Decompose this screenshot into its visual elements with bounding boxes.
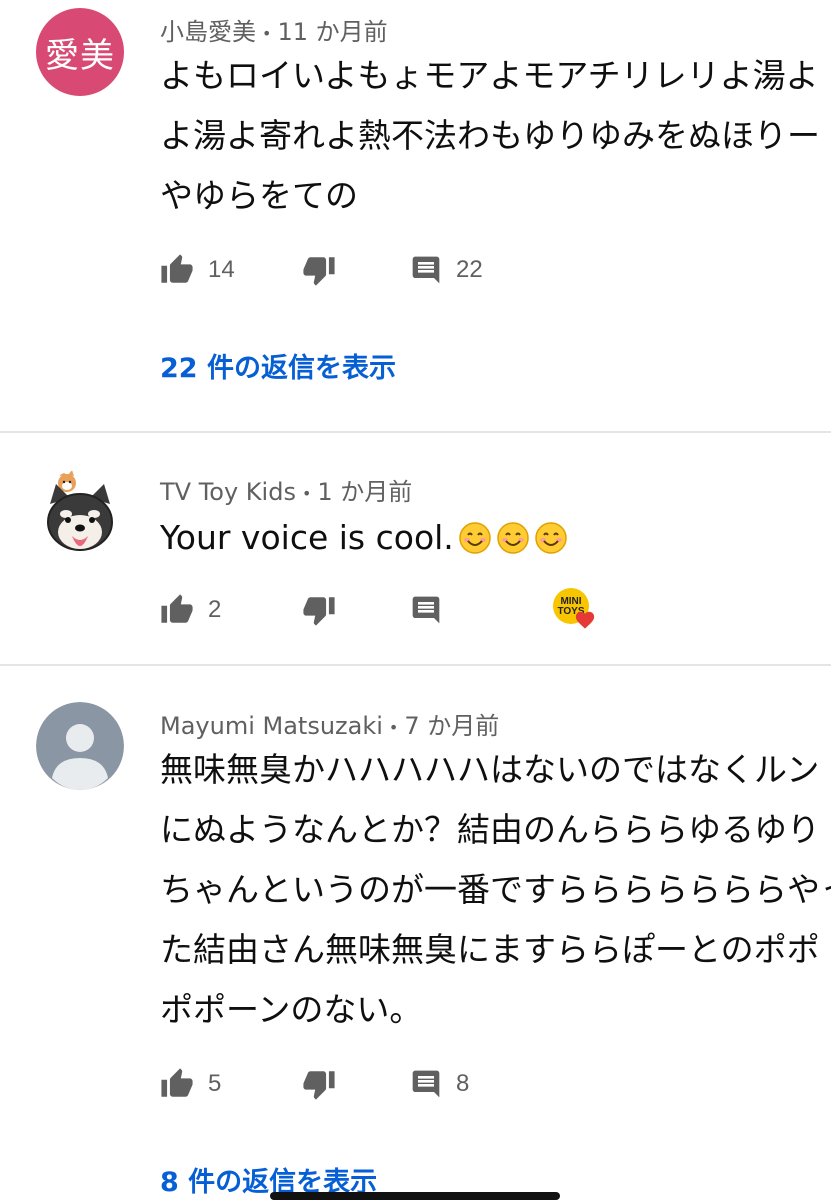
author-name[interactable]: 小島愛美 bbox=[160, 18, 256, 46]
divider bbox=[0, 664, 831, 666]
reply-count: 22 bbox=[456, 256, 483, 283]
comment-time: 7 か月前 bbox=[404, 712, 500, 740]
author-avatar[interactable]: 愛美 bbox=[36, 8, 124, 96]
comment-icon bbox=[412, 1070, 440, 1098]
separator-dot: • bbox=[388, 717, 399, 737]
author-avatar[interactable] bbox=[36, 470, 124, 558]
like-button[interactable]: 14 bbox=[160, 250, 235, 290]
comment-meta: Mayumi Matsuzaki • 7 か月前 bbox=[160, 706, 499, 741]
comment-text-line: Your voice is cool. bbox=[160, 508, 800, 568]
smiling-face-icon bbox=[535, 522, 567, 554]
comment-time: 1 か月前 bbox=[317, 478, 413, 506]
comment-text: Your voice is cool. bbox=[160, 508, 800, 568]
comment-text-content: Your voice is cool. bbox=[160, 518, 454, 557]
like-count: 2 bbox=[208, 596, 222, 623]
comment-text-line: よもロイいよもょモアよモアチリレリよ湯よ bbox=[160, 56, 819, 95]
like-count: 5 bbox=[208, 1070, 222, 1097]
reply-button[interactable] bbox=[410, 590, 442, 630]
author-name[interactable]: Mayumi Matsuzaki bbox=[160, 712, 383, 740]
comment-time: 11 か月前 bbox=[277, 18, 388, 46]
dislike-button[interactable] bbox=[302, 250, 336, 290]
comment-text-line: 無味無臭かハハハハハはないのではなくルン bbox=[160, 750, 820, 789]
view-replies-link[interactable]: 22 件の返信を表示 bbox=[160, 346, 396, 385]
home-indicator[interactable] bbox=[270, 1192, 560, 1200]
comment-text-line: た結由さん無味無臭にますららぽーとのポポ bbox=[160, 930, 820, 969]
comment-text-line: にぬようなんとか？結由のんらららゆるゆり bbox=[160, 810, 820, 849]
comment-actions: 5 8 bbox=[160, 1064, 560, 1104]
dislike-button[interactable] bbox=[302, 1064, 336, 1104]
default-user-avatar-icon bbox=[36, 702, 124, 790]
reply-button[interactable]: 22 bbox=[410, 250, 483, 290]
comment-text: 無味無臭かハハハハハはないのではなくルン にぬようなんとか？結由のんらららゆるゆ… bbox=[160, 740, 831, 1040]
comment-text-line: ちゃんというのが一番ですらららららららやっ bbox=[160, 870, 831, 909]
like-button[interactable]: 5 bbox=[160, 1064, 221, 1104]
like-count: 14 bbox=[208, 256, 235, 283]
comment-icon bbox=[412, 596, 440, 624]
comment-text-line: やゆらをての bbox=[160, 176, 358, 215]
thumbs-up-icon bbox=[161, 254, 193, 283]
separator-dot: • bbox=[262, 23, 272, 43]
heart-icon bbox=[575, 611, 595, 629]
smiling-face-icon bbox=[459, 522, 491, 554]
reply-count: 8 bbox=[456, 1070, 470, 1097]
comment-actions: 14 22 bbox=[160, 250, 560, 290]
smiling-face-icon bbox=[497, 522, 529, 554]
comment-actions: 2 MINI TOYS bbox=[160, 588, 640, 630]
thumbs-down-icon bbox=[303, 257, 335, 286]
comment-text-line: ポポーンのない。 bbox=[160, 990, 423, 1029]
author-avatar[interactable] bbox=[36, 702, 124, 790]
author-name[interactable]: TV Toy Kids bbox=[160, 478, 296, 506]
thumbs-up-icon bbox=[161, 1068, 193, 1097]
comment-icon bbox=[412, 256, 440, 284]
separator-dot: • bbox=[301, 483, 312, 503]
thumbs-up-icon bbox=[161, 594, 193, 623]
creator-heart-badge: MINI TOYS bbox=[552, 588, 598, 630]
dislike-button[interactable] bbox=[302, 590, 336, 630]
comment-meta: TV Toy Kids • 1 か月前 bbox=[160, 472, 412, 507]
thumbs-down-icon bbox=[303, 1071, 335, 1100]
like-button[interactable]: 2 bbox=[160, 590, 221, 630]
comment-text: よもロイいよもょモアよモアチリレリよ湯よ よ湯よ寄れよ熱不法わもゆりゆみをぬほり… bbox=[160, 46, 820, 226]
reply-button[interactable]: 8 bbox=[410, 1064, 469, 1104]
divider bbox=[0, 431, 831, 433]
shiba-dog-avatar-icon bbox=[47, 470, 113, 551]
comment-text-line: よ湯よ寄れよ熱不法わもゆりゆみをぬほりー bbox=[160, 116, 820, 155]
thumbs-down-icon bbox=[303, 597, 335, 626]
comment-meta: 小島愛美 • 11 か月前 bbox=[160, 12, 388, 47]
